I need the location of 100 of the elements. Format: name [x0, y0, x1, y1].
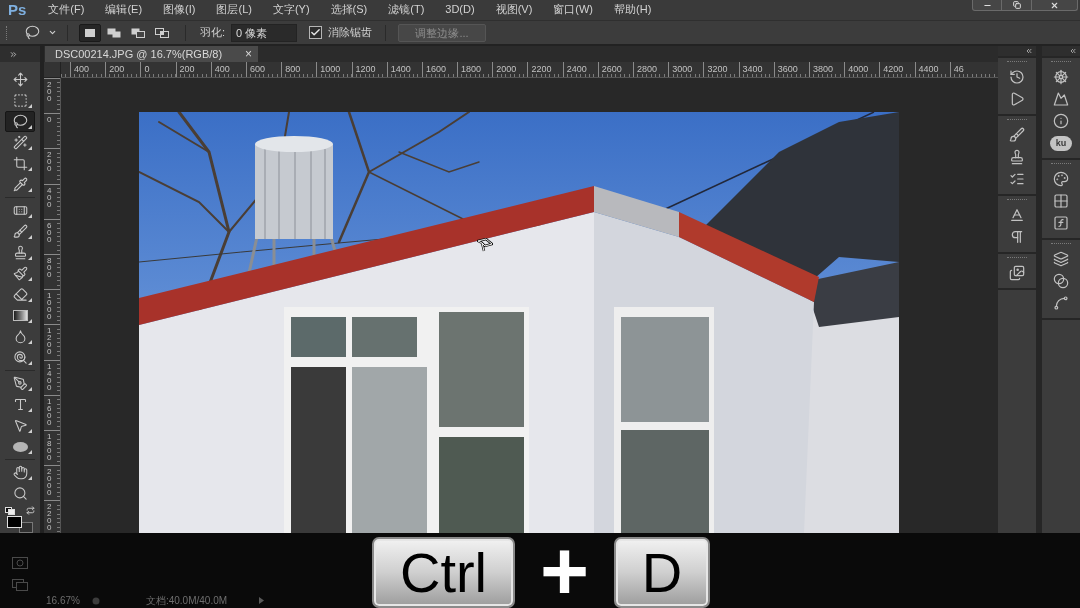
flyout-triangle-icon: [28, 361, 32, 365]
flyout-triangle-icon: [28, 214, 32, 218]
menu-item[interactable]: 帮助(H): [614, 2, 652, 17]
ruler-label: 1400: [47, 362, 53, 391]
document-size-text: 文档:40.0M/40.0M: [145, 595, 228, 607]
ruler-label: 0: [47, 116, 53, 124]
keycap: D: [614, 537, 710, 608]
gradient-swatch-icon: [12, 310, 28, 321]
menu-item[interactable]: 文件(F): [48, 2, 85, 17]
tool-preset-picker[interactable]: [25, 25, 57, 40]
status-menu-triangle-icon[interactable]: [259, 597, 265, 604]
overlapping-circles-icon: [1053, 273, 1069, 289]
menu-item[interactable]: 选择(S): [330, 2, 368, 17]
ruler-label: 2200: [531, 64, 552, 74]
spline-icon: [1053, 295, 1069, 311]
move-arrows-icon: [12, 72, 28, 87]
ruler-label: 3400: [742, 64, 763, 74]
menu-item[interactable]: 文字(Y): [272, 2, 310, 17]
union-squares-icon: [107, 27, 121, 38]
ruler-label: 400: [47, 186, 53, 208]
plus-sign: +: [538, 537, 591, 605]
intersect-squares-icon: [155, 27, 169, 38]
collapse-chevrons-icon[interactable]: [1069, 47, 1077, 55]
ruler-label: 400: [214, 64, 230, 74]
ruler-label: 1000: [320, 64, 341, 74]
ruler-label: 600: [47, 221, 53, 243]
letter-a-icon: [1009, 207, 1025, 223]
ruler-label: 4000: [848, 64, 869, 74]
color-swatches-icon[interactable]: [7, 516, 33, 533]
brush-icon: [1009, 127, 1025, 143]
stamp-icon: [1009, 149, 1025, 165]
eraser-icon: [12, 287, 28, 302]
menu-item[interactable]: 窗口(W): [553, 2, 594, 17]
tab-close-button[interactable]: ×: [245, 47, 252, 61]
ruler-label: 1000: [47, 292, 53, 321]
status-circle-icon: [91, 597, 100, 605]
ruler-label: 1800: [47, 432, 53, 461]
menu-item[interactable]: 3D(D): [445, 2, 475, 17]
keycap: Ctrl: [372, 537, 515, 608]
anti-alias-checkbox[interactable]: [309, 26, 323, 39]
bandage-icon: [12, 203, 28, 218]
new-selection-button[interactable]: [79, 23, 101, 42]
ruler-label: 200: [179, 64, 195, 74]
ruler-label: 1800: [461, 64, 482, 74]
menu-item[interactable]: 图层(L): [216, 2, 252, 17]
default-colors-icon[interactable]: [5, 506, 15, 515]
ruler-label: 800: [47, 256, 53, 278]
flyout-triangle-icon: [28, 188, 32, 192]
droplet-icon: [12, 329, 28, 344]
collapse-chevrons-icon[interactable]: [1025, 47, 1033, 55]
flyout-triangle-icon: [28, 340, 32, 344]
ruler-label: 4200: [883, 64, 904, 74]
ruler-label: 2200: [47, 503, 53, 532]
close-button[interactable]: [1032, 0, 1078, 11]
app-logo: Ps: [8, 1, 27, 18]
dashed-rectangle-icon: [12, 93, 28, 108]
feather-input[interactable]: 0 像素: [231, 23, 298, 42]
ruler-label: 1200: [355, 64, 376, 74]
ruler-label: 1200: [47, 327, 53, 356]
lasso-cursor-icon: [477, 238, 493, 252]
pen-nib-icon: [12, 376, 28, 391]
ruler-label: 200: [47, 151, 53, 173]
pilcrow-icon: [1009, 229, 1025, 245]
lasso-tool-button[interactable]: [5, 111, 35, 132]
function-icon: [1053, 215, 1069, 231]
flyout-triangle-icon: [28, 450, 32, 454]
ruler-label: 2800: [637, 64, 658, 74]
ruler-label: 800: [285, 64, 301, 74]
flyout-triangle-icon: [28, 146, 32, 150]
swap-arrows-icon[interactable]: [26, 506, 35, 515]
flyout-triangle-icon: [28, 235, 32, 239]
stamp-icon: [12, 245, 28, 260]
lasso-icon: [12, 114, 28, 129]
ruler-label: 400: [74, 64, 90, 74]
document-tab[interactable]: DSC00214.JPG @ 16.7%(RGB/8) ×: [45, 46, 258, 62]
flyout-triangle-icon: [28, 387, 32, 391]
minimize-button[interactable]: [972, 0, 1002, 11]
single-square-icon: [83, 27, 97, 38]
flyout-triangle-icon: [28, 408, 32, 412]
zoom-level-text: 16.67%: [46, 595, 80, 607]
restore-button[interactable]: [1002, 0, 1032, 11]
flyout-triangle-icon: [28, 476, 32, 480]
kuler-panel-button[interactable]: ku: [1050, 135, 1072, 151]
ruler-label: 1400: [390, 64, 411, 74]
info-icon: [1053, 113, 1069, 129]
menu-item[interactable]: 图像(I): [163, 2, 196, 17]
ruler-label: 600: [249, 64, 265, 74]
ruler-label: 3600: [777, 64, 798, 74]
wand-icon: [12, 135, 28, 150]
flyout-triangle-icon: [28, 125, 32, 129]
ruler-label: 3800: [812, 64, 833, 74]
menu-item[interactable]: 滤镜(T): [388, 2, 425, 17]
grid-icon: [1053, 193, 1069, 209]
ruler-label: 3200: [707, 64, 728, 74]
ruler-label: 200: [109, 64, 125, 74]
expand-chevrons-icon[interactable]: [9, 49, 18, 59]
menu-item[interactable]: 编辑(E): [105, 2, 143, 17]
menu-item[interactable]: 视图(V): [495, 2, 533, 17]
flyout-triangle-icon: [28, 277, 32, 281]
feather-label: 羽化:: [200, 25, 226, 41]
